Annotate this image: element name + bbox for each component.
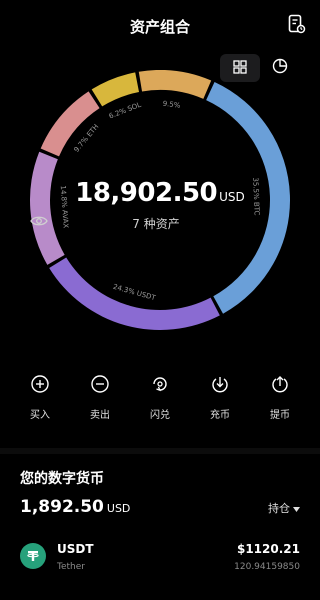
donut-slice-eth bbox=[40, 91, 100, 157]
donut-label-usdt: 24.3% USDT bbox=[112, 283, 157, 303]
caret-down-icon bbox=[293, 502, 300, 515]
holdings-amount: 1,892.50 bbox=[20, 497, 104, 517]
deposit-icon bbox=[204, 368, 236, 400]
asset-name: Tether bbox=[57, 562, 85, 572]
holdings-unit: USD bbox=[106, 502, 131, 515]
donut-slice-sol bbox=[91, 72, 140, 107]
sort-label: 持仓 bbox=[268, 502, 290, 515]
swap-label: 闪兑 bbox=[150, 410, 170, 421]
deposit-label: 充币 bbox=[210, 410, 230, 421]
section-divider bbox=[0, 448, 320, 454]
sell-button[interactable]: 卖出 bbox=[75, 368, 125, 438]
asset-value: $1120.21 bbox=[236, 542, 300, 556]
report-icon[interactable] bbox=[288, 14, 306, 34]
donut-label-sol: 6.2% SOL bbox=[108, 101, 143, 121]
asset-symbol: USDT bbox=[57, 542, 94, 556]
donut-label-other: 9.5% bbox=[162, 100, 181, 110]
donut-slice-avax bbox=[30, 151, 65, 265]
asset-count-label: 7 种资产 bbox=[132, 217, 180, 231]
buy-label: 买入 bbox=[30, 410, 50, 421]
withdraw-label: 提币 bbox=[270, 410, 290, 421]
withdraw-button[interactable]: 提币 bbox=[255, 368, 305, 438]
header: 资产组合 bbox=[0, 0, 320, 52]
buy-button[interactable]: 买入 bbox=[15, 368, 65, 438]
donut-slice-other bbox=[138, 70, 212, 99]
holdings-title: 您的数字货币 bbox=[20, 471, 104, 487]
allocation-chart: 35.5% BTC 24.3% USDT 14.8% AVAX 9.7% ETH 6.2… bbox=[30, 70, 290, 330]
minus-circle-icon bbox=[84, 368, 116, 400]
deposit-button[interactable]: 充币 bbox=[195, 368, 245, 438]
page-title: 资产组合 bbox=[129, 18, 190, 36]
total-unit: USD bbox=[219, 190, 245, 204]
total-balance: 18,902.50 USD bbox=[30, 178, 290, 208]
swap-button[interactable]: 闪兑 bbox=[135, 368, 185, 438]
asset-quantity: 120.94159850 bbox=[234, 562, 300, 572]
asset-count: 7 种资产 bbox=[30, 215, 290, 232]
tether-logo-icon bbox=[20, 543, 46, 569]
sort-dropdown[interactable]: 持仓 bbox=[268, 500, 300, 516]
asset-row-usdt[interactable]: USDT Tether $1120.21 120.94159850 bbox=[20, 538, 300, 578]
action-bar: 买入 卖出 闪兑 充币 提币 bbox=[0, 368, 320, 438]
swap-circle-icon bbox=[144, 368, 176, 400]
plus-circle-icon bbox=[24, 368, 56, 400]
holdings-total: 1,892.50 USD bbox=[20, 497, 130, 517]
withdraw-icon bbox=[264, 368, 296, 400]
sell-label: 卖出 bbox=[90, 410, 110, 421]
total-amount: 18,902.50 bbox=[75, 178, 218, 208]
